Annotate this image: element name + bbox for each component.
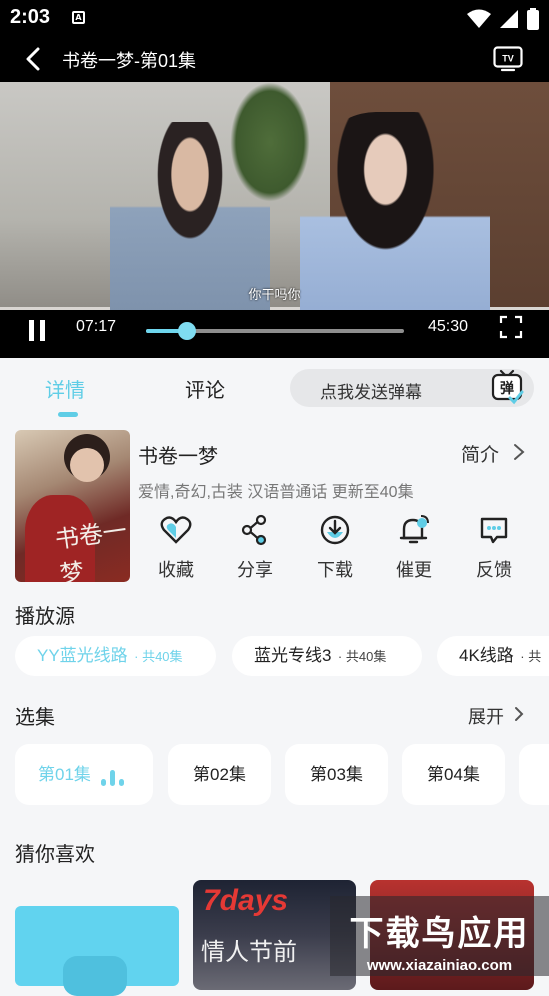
status-time: 2:03 xyxy=(10,6,51,28)
progress-thumb[interactable] xyxy=(178,322,197,340)
bell-icon xyxy=(399,515,429,544)
show-poster[interactable]: 书卷一梦 xyxy=(15,430,130,582)
source-chip-bluray3[interactable]: 蓝光专线3 · 共40集 xyxy=(232,636,422,676)
chevron-right-icon[interactable] xyxy=(512,443,526,461)
download-button[interactable]: 下载 xyxy=(305,514,365,582)
source-section-title: 播放源 xyxy=(15,606,75,628)
show-tags: 爱情,奇幻,古装 汉语普通话 更新至40集 xyxy=(138,484,414,501)
episode-title: 书卷一梦-第01集 xyxy=(62,51,197,71)
tv-cast-icon[interactable]: TV xyxy=(493,46,523,72)
episode-list: 第01集 第02集 第03集 第04集 xyxy=(15,744,549,806)
episode-label: 第01集 xyxy=(38,765,91,784)
danmu-input[interactable]: 点我发送弹幕 弹 xyxy=(290,369,534,407)
source-chip-4k[interactable]: 4K线路 · 共 xyxy=(437,636,549,676)
back-arrow-icon[interactable] xyxy=(22,47,46,71)
action-label: 下载 xyxy=(317,560,353,580)
action-label: 收藏 xyxy=(158,560,194,580)
urge-update-button[interactable]: 催更 xyxy=(384,514,444,582)
source-name: YY蓝光线路 xyxy=(37,646,128,665)
video-player[interactable]: 你干吗你 07:17 45:30 xyxy=(0,82,549,358)
total-time: 45:30 xyxy=(428,318,469,335)
action-label: 催更 xyxy=(396,560,432,580)
recommend-card-subtitle: 情人节前 xyxy=(201,938,297,966)
feedback-button[interactable]: 反馈 xyxy=(464,514,524,582)
episode-section-title: 选集 xyxy=(15,707,55,729)
tab-comments[interactable]: 评论 xyxy=(185,374,225,403)
source-chip-yy[interactable]: YY蓝光线路 · 共40集 xyxy=(15,636,216,676)
recommend-card[interactable] xyxy=(15,906,179,996)
danmu-icon[interactable]: 弹 xyxy=(490,369,526,405)
share-button[interactable]: 分享 xyxy=(225,514,285,582)
poster-title: 书卷一梦 xyxy=(53,516,129,582)
play-placeholder-icon xyxy=(63,956,127,996)
status-bar: 2:03 A xyxy=(0,0,549,36)
favorite-button[interactable]: 收藏 xyxy=(146,514,206,582)
action-label: 分享 xyxy=(237,560,273,580)
source-name: 蓝光专线3 xyxy=(254,646,332,665)
watermark-main: 下载鸟应用 xyxy=(349,914,530,954)
progress-bar[interactable] xyxy=(146,322,404,340)
chevron-right-icon[interactable] xyxy=(513,706,525,722)
player-controls: 07:17 45:30 xyxy=(0,310,549,358)
player-titlebar: 书卷一梦-第01集 TV xyxy=(0,36,549,82)
playing-bars-icon xyxy=(101,768,129,786)
source-count: · 共 xyxy=(520,649,542,664)
tab-underline xyxy=(58,412,78,417)
danmu-icon-label: 弹 xyxy=(500,380,514,397)
show-title: 书卷一梦 xyxy=(138,446,218,468)
signal-icon xyxy=(500,10,518,28)
pause-icon[interactable] xyxy=(26,318,50,342)
episode-item-01[interactable]: 第01集 xyxy=(15,744,153,805)
heart-icon xyxy=(160,516,192,544)
poster-figure xyxy=(70,448,104,482)
site-watermark: 下载鸟应用 www.xiazainiao.com xyxy=(330,896,549,976)
expand-link[interactable]: 展开 xyxy=(468,703,504,729)
source-count: · 共40集 xyxy=(337,649,387,664)
current-time: 07:17 xyxy=(76,318,117,335)
download-icon xyxy=(320,515,350,545)
detail-tabs: 详情 评论 点我发送弹幕 弹 xyxy=(0,358,549,418)
feedback-icon xyxy=(480,517,508,544)
source-name: 4K线路 xyxy=(459,646,514,665)
danmu-placeholder: 点我发送弹幕 xyxy=(320,383,422,402)
intro-link[interactable]: 简介 xyxy=(461,440,499,467)
source-list: YY蓝光线路 · 共40集 蓝光专线3 · 共40集 4K线路 · 共 xyxy=(15,636,549,676)
fullscreen-icon[interactable] xyxy=(499,315,523,339)
tab-details[interactable]: 详情 xyxy=(45,374,85,403)
share-icon xyxy=(241,514,267,546)
watermark-url: www.xiazainiao.com xyxy=(366,957,513,974)
recommend-section-title: 猜你喜欢 xyxy=(15,844,95,866)
status-icons xyxy=(467,8,539,30)
recommend-card-title: 7days xyxy=(203,884,289,917)
svg-text:TV: TV xyxy=(502,54,514,64)
episode-item-04[interactable]: 第04集 xyxy=(402,744,505,805)
wifi-icon xyxy=(467,9,491,28)
episode-item-03[interactable]: 第03集 xyxy=(285,744,388,805)
video-subtitle: 你干吗你 xyxy=(248,287,301,302)
battery-icon xyxy=(527,8,539,30)
action-label: 反馈 xyxy=(476,560,512,580)
episode-item-05[interactable] xyxy=(519,744,549,805)
notification-icon: A xyxy=(72,11,85,24)
source-count: · 共40集 xyxy=(134,649,183,664)
video-scene-person xyxy=(300,112,490,342)
episode-item-02[interactable]: 第02集 xyxy=(168,744,271,805)
